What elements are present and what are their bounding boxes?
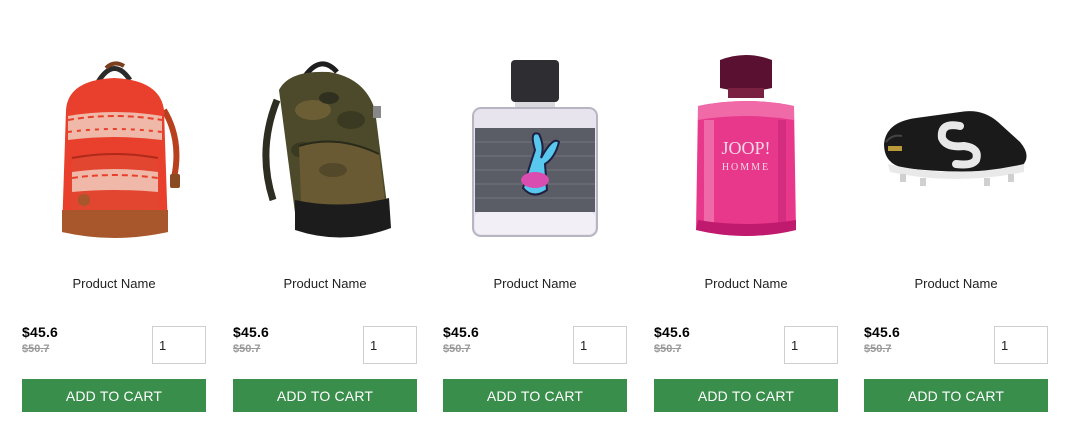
product-card: Product Name $45.6 $50.7 ADD TO CART: [22, 0, 206, 437]
joop-logo-text: JOOP!: [721, 138, 770, 158]
product-card: JOOP! HOMME Product Name $45.6 $50.7 ADD…: [654, 0, 838, 437]
quantity-input[interactable]: [573, 326, 627, 364]
homme-logo-text: HOMME: [722, 162, 770, 173]
product-price: $45.6: [443, 324, 480, 340]
product-price: $45.6: [22, 324, 59, 340]
product-card: Product Name $45.6 $50.7 ADD TO CART: [864, 0, 1048, 437]
quantity-input[interactable]: [152, 326, 206, 364]
product-image-playboy-perfume[interactable]: [443, 50, 627, 250]
product-price: $45.6: [233, 324, 270, 340]
quantity-input[interactable]: [784, 326, 838, 364]
product-name[interactable]: Product Name: [654, 276, 838, 291]
product-old-price: $50.7: [443, 343, 471, 355]
product-old-price: $50.7: [654, 343, 682, 355]
product-card: Product Name $45.6 $50.7 ADD TO CART: [233, 0, 417, 437]
add-to-cart-button[interactable]: ADD TO CART: [443, 379, 627, 412]
product-price: $45.6: [864, 324, 901, 340]
product-name[interactable]: Product Name: [443, 276, 627, 291]
product-grid: Product Name $45.6 $50.7 ADD TO CART: [0, 0, 1066, 437]
product-card: Product Name $45.6 $50.7 ADD TO CART: [443, 0, 627, 437]
add-to-cart-button[interactable]: ADD TO CART: [22, 379, 206, 412]
quantity-input[interactable]: [994, 326, 1048, 364]
product-price: $45.6: [654, 324, 691, 340]
add-to-cart-button[interactable]: ADD TO CART: [864, 379, 1048, 412]
product-image-camo-backpack[interactable]: [233, 50, 417, 250]
product-image-joop-perfume[interactable]: JOOP! HOMME: [654, 50, 838, 250]
product-image-football-boot[interactable]: [864, 50, 1048, 250]
product-name[interactable]: Product Name: [233, 276, 417, 291]
product-name[interactable]: Product Name: [864, 276, 1048, 291]
product-image-red-backpack[interactable]: [22, 50, 206, 250]
add-to-cart-button[interactable]: ADD TO CART: [233, 379, 417, 412]
product-name[interactable]: Product Name: [22, 276, 206, 291]
add-to-cart-button[interactable]: ADD TO CART: [654, 379, 838, 412]
product-old-price: $50.7: [22, 343, 50, 355]
product-old-price: $50.7: [864, 343, 892, 355]
product-old-price: $50.7: [233, 343, 261, 355]
quantity-input[interactable]: [363, 326, 417, 364]
